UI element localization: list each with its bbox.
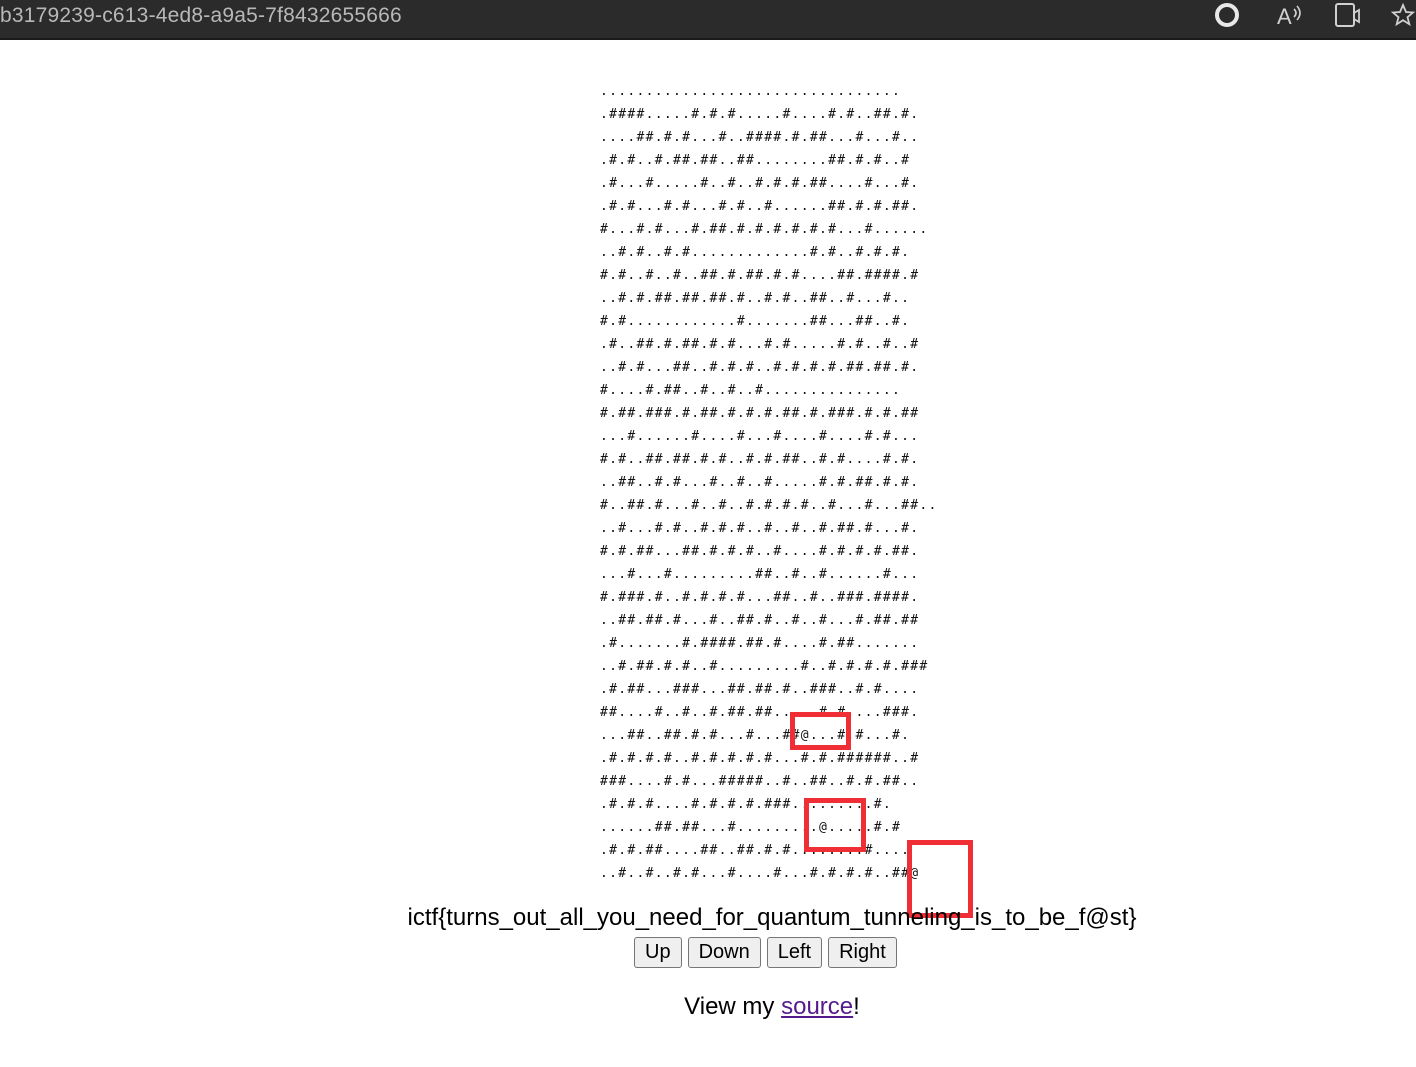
maze-row: .####.....#.#.#.....#....#.#..##.#. [600, 107, 920, 122]
maze-row: ....##.#.#...#..####.#.##...#...#.. [600, 130, 920, 145]
maze-row: ..#...#.#..#.#.#..#..#..#.##.#...#. [600, 521, 920, 536]
maze-row: ..#.#..#.#.............#.#..#.#.#. [600, 245, 911, 260]
maze-row: ................................. [600, 84, 902, 99]
maze-row: #.#.##...##.#.#.#..#....#.#.#.#.##. [600, 544, 920, 559]
maze-row: #...#.#...#.##.#.#.#.#.#.#...#...... [600, 222, 929, 237]
maze-row: #.###.#..#.#.#.#...##..#..###.####. [600, 590, 920, 605]
edge-refresh-icon[interactable] [1212, 0, 1242, 30]
maze-row: ..#.#.##.##.##.#..#.#..##..#...#.. [600, 291, 911, 306]
maze-row: .#...#.....#..#..#.#.#.##....#...#. [600, 176, 920, 191]
view-source-prefix: View my [684, 993, 782, 1020]
maze-row: ...#......#....#...#....#....#.#... [600, 429, 920, 444]
maze-row: .#.......#.####.##.#....#.##....... [600, 636, 920, 651]
maze-row: ..#..#..#.#...#....#...#.#.#.#..##@ [600, 866, 920, 881]
left-button[interactable]: Left [766, 937, 823, 968]
up-button[interactable]: Up [634, 937, 682, 968]
maze-row: ...##..##.#.#...#...##@...#.#...#. [600, 728, 911, 743]
maze-row: ###....#.#...#####..#..##..#.#.##.. [600, 774, 920, 789]
svg-text:A: A [1277, 4, 1292, 28]
read-aloud-icon[interactable]: A [1273, 0, 1305, 30]
view-source-line: View my source! [0, 993, 1416, 1021]
source-link[interactable]: source [781, 993, 853, 1020]
maze-row: ##....#..#..#.##.##.....#.#....###. [600, 705, 920, 720]
maze-display: ................................. .####.… [600, 80, 938, 885]
highlight-box-1 [790, 712, 851, 750]
browser-toolbar: b3179239-c613-4ed8-a9a5-7f8432655666 A [0, 0, 1416, 40]
right-button[interactable]: Right [828, 937, 897, 968]
maze-row: #.##.###.#.##.#.#.#.##.#.###.#.#.## [600, 406, 920, 421]
maze-row: #.#..##.##.#.#..#.#.##..#.#....#.#. [600, 452, 920, 467]
down-button[interactable]: Down [687, 937, 761, 968]
maze-row: .#..##.#.##.#.#...#.#.....#.#..#..# [600, 337, 920, 352]
movement-controls: Up Down Left Right [634, 937, 897, 968]
maze-row: #....#.##..#..#..#............... [600, 383, 902, 398]
favorite-star-icon[interactable] [1390, 0, 1416, 30]
maze-row: #.#..#..#..##.#.##.#.#....##.####.# [600, 268, 920, 283]
maze-row: .#.#...#.#...#.#..#......##.#.#.##. [600, 199, 920, 214]
maze-row: ..#.#...##..#.#.#..#.#.#.#.##.##.#. [600, 360, 920, 375]
immersive-reader-icon[interactable] [1332, 0, 1364, 30]
maze-row: #.#............#.......##...##..#. [600, 314, 911, 329]
maze-row: .#.##...###...##.##.#..###..#.#.... [600, 682, 920, 697]
highlight-box-2 [804, 798, 866, 852]
maze-row: #..##.#...#..#..#.#.#.#..#...#...##.. [600, 498, 938, 513]
maze-row: .#.#..#.##.##..##........##.#.#..# [600, 153, 911, 168]
maze-row: ...#...#.........##..#..#......#... [600, 567, 920, 582]
maze-row: .#.#.#.#..#.#.#.#.#...#.#.######..# [600, 751, 920, 766]
maze-row: ..#.##.#.#..#.........#..#.#.#.#.### [600, 659, 929, 674]
flag-text: ictf{turns_out_all_you_need_for_quantum_… [407, 904, 1137, 931]
maze-row: ..##..#.#...#..#..#.....#.#.##.#.#. [600, 475, 920, 490]
maze-row: ..##.##.#...#..##.#..#..#...#.##.## [600, 613, 920, 628]
view-source-suffix: ! [853, 993, 860, 1020]
address-bar[interactable]: b3179239-c613-4ed8-a9a5-7f8432655666 [0, 4, 402, 28]
